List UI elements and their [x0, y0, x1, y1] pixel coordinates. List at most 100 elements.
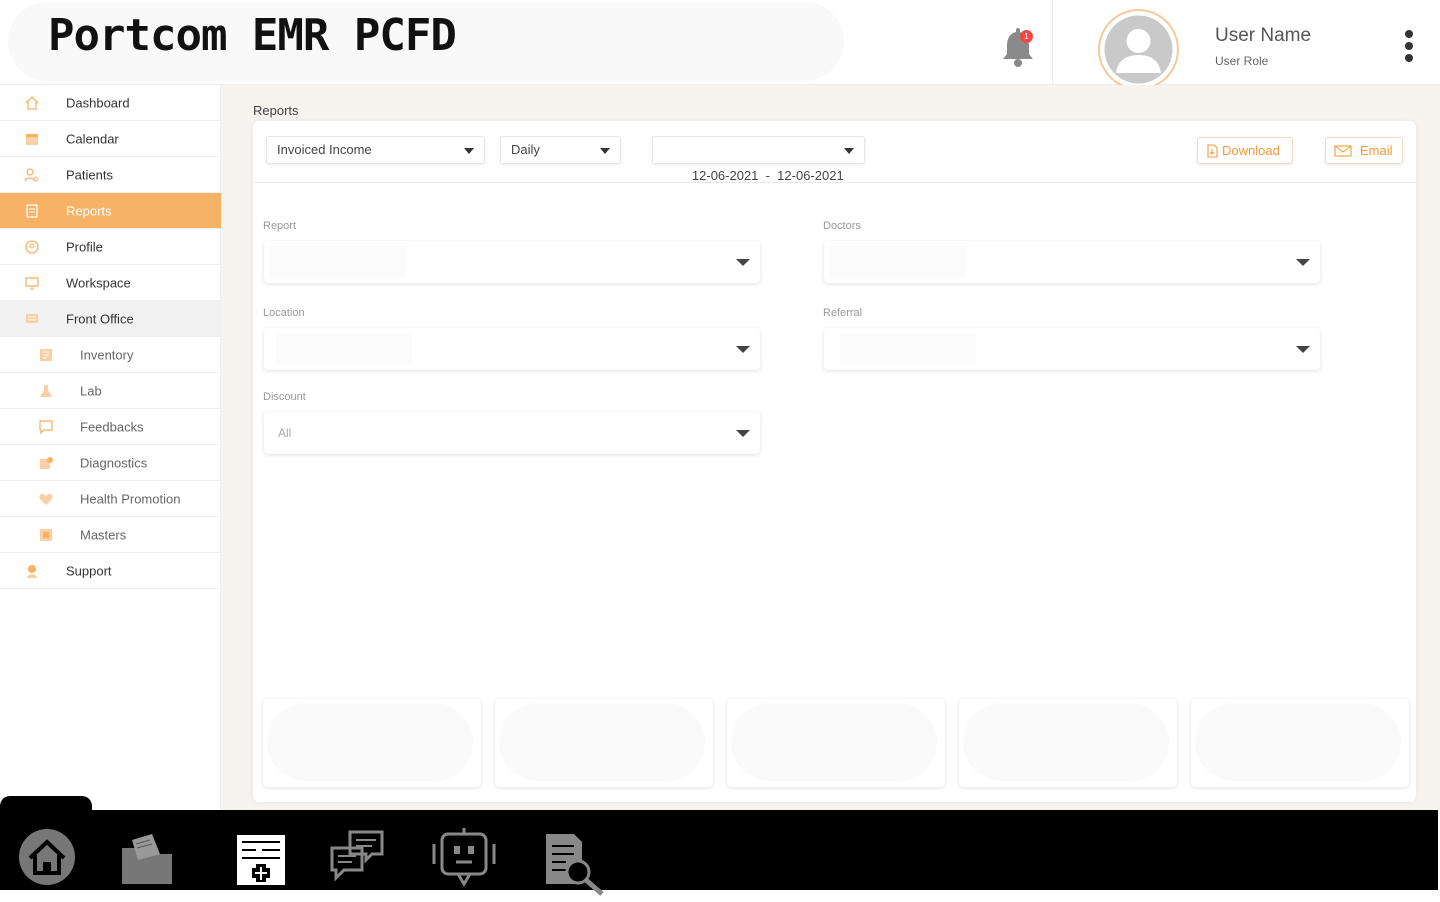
email-button[interactable]: Email	[1325, 137, 1403, 164]
chevron-down-icon	[736, 430, 750, 437]
stat-card	[959, 699, 1177, 787]
field-placeholder	[270, 246, 406, 278]
patients-icon	[24, 167, 39, 181]
sidebar-item-reports[interactable]: Reports	[0, 193, 221, 229]
download-icon	[1207, 144, 1218, 158]
health-promotion-icon	[39, 493, 53, 505]
date-range-value: 12-06-2021 - 12-06-2021	[691, 168, 844, 183]
diagnostics-icon	[40, 456, 53, 469]
location-label: Location	[263, 307, 305, 319]
chatbot-icon[interactable]	[428, 826, 500, 892]
document-search-icon[interactable]	[544, 832, 608, 902]
sidebar-item-inventory[interactable]: Inventory	[0, 337, 221, 373]
sidebar-item-label: Health Promotion	[80, 491, 181, 506]
sidebar-item-lab[interactable]: Lab	[0, 373, 221, 409]
doctors-label: Doctors	[823, 220, 861, 232]
sidebar-item-label: Calendar	[66, 131, 119, 146]
header: Portcom EMR PCFD 1 User Name User Role	[0, 0, 1440, 90]
profile-icon	[25, 239, 39, 254]
chevron-down-icon	[1296, 346, 1310, 353]
sidebar-item-health-promotion[interactable]: Health Promotion	[0, 481, 221, 517]
field-placeholder	[830, 246, 966, 278]
download-button[interactable]: Download	[1197, 137, 1293, 164]
referral-select[interactable]	[824, 328, 1320, 370]
doctors-select[interactable]	[824, 241, 1320, 283]
email-label: Email	[1360, 143, 1393, 158]
discount-label: Discount	[263, 391, 306, 403]
period-value: Daily	[511, 142, 540, 157]
sidebar-item-feedbacks[interactable]: Feedbacks	[0, 409, 221, 445]
app-title: Portcom EMR PCFD	[48, 10, 457, 61]
field-placeholder	[840, 333, 976, 365]
field-placeholder	[276, 333, 412, 365]
date-range-picker[interactable]: 12-06-2021 - 12-06-2021	[652, 136, 865, 183]
front-office-icon	[26, 313, 38, 323]
stat-card	[495, 699, 713, 787]
avatar[interactable]	[1098, 9, 1179, 90]
main-content: Reports Invoiced Income Daily 12-06-2021…	[221, 85, 1440, 810]
chevron-down-icon	[736, 259, 750, 266]
sidebar-item-diagnostics[interactable]: Diagnostics	[0, 445, 221, 481]
workspace-icon	[25, 276, 39, 289]
report-type-select[interactable]: Invoiced Income	[266, 136, 485, 164]
sidebar-item-label: Dashboard	[66, 95, 130, 110]
sidebar-item-workspace[interactable]: Workspace	[0, 265, 221, 301]
sidebar-item-calendar[interactable]: Calendar	[0, 121, 221, 157]
discount-select[interactable]: All	[264, 412, 760, 454]
user-name: User Name	[1215, 25, 1312, 46]
chevron-down-icon	[736, 346, 750, 353]
location-select[interactable]	[264, 328, 760, 370]
sidebar-item-patients[interactable]: Patients	[0, 157, 221, 193]
support-icon	[27, 564, 37, 578]
report-type-value: Invoiced Income	[277, 142, 372, 157]
more-options-icon[interactable]	[1400, 30, 1418, 70]
email-icon	[1334, 145, 1352, 157]
lab-icon	[40, 384, 52, 397]
report-toolbar: Invoiced Income Daily 12-06-2021 - 12-06…	[253, 121, 1416, 183]
masters-icon	[40, 528, 52, 541]
sidebar: Dashboard Calendar Patients Reports Prof…	[0, 85, 221, 810]
sidebar-item-label: Patients	[66, 167, 113, 182]
sidebar-item-support[interactable]: Support	[0, 553, 221, 589]
reports-icon	[26, 203, 38, 218]
sidebar-item-label: Feedbacks	[80, 419, 144, 434]
sidebar-item-profile[interactable]: Profile	[0, 229, 221, 265]
home-icon[interactable]	[18, 828, 76, 890]
sidebar-item-label: Support	[66, 563, 112, 578]
calendar-icon	[26, 133, 38, 145]
sidebar-item-label: Lab	[80, 383, 102, 398]
sidebar-item-label: Workspace	[66, 275, 131, 290]
notification-badge: 1	[1020, 30, 1033, 43]
feedbacks-icon	[39, 419, 53, 435]
report-select[interactable]	[264, 241, 760, 283]
bottom-dock	[0, 810, 1438, 896]
sidebar-item-front-office[interactable]: Front Office	[0, 301, 221, 337]
chevron-down-icon	[600, 148, 610, 154]
chat-icon[interactable]	[328, 830, 386, 890]
sidebar-item-label: Masters	[80, 527, 127, 542]
referral-label: Referral	[823, 307, 863, 319]
stat-card	[263, 699, 481, 787]
sidebar-item-label: Reports	[66, 203, 112, 218]
stat-card	[1191, 699, 1409, 787]
chevron-down-icon	[464, 148, 474, 154]
folder-icon[interactable]	[118, 832, 176, 890]
sidebar-item-label: Diagnostics	[80, 455, 148, 470]
home-icon	[25, 95, 39, 110]
header-divider	[1052, 0, 1053, 85]
chevron-down-icon	[844, 148, 854, 154]
period-select[interactable]: Daily	[500, 136, 621, 164]
sidebar-item-dashboard[interactable]: Dashboard	[0, 85, 221, 121]
chevron-down-icon	[1296, 259, 1310, 266]
report-card: Invoiced Income Daily 12-06-2021 - 12-06…	[253, 121, 1416, 802]
discount-value: All	[278, 426, 292, 440]
sidebar-item-label: Front Office	[66, 311, 134, 326]
breadcrumb: Reports	[253, 103, 299, 118]
sidebar-item-label: Profile	[66, 239, 103, 254]
stat-card	[727, 699, 945, 787]
report-label: Report	[263, 220, 297, 232]
inventory-icon	[40, 348, 52, 361]
sidebar-item-label: Inventory	[80, 347, 134, 362]
sidebar-item-masters[interactable]: Masters	[0, 517, 221, 553]
medical-record-icon[interactable]	[236, 834, 286, 890]
